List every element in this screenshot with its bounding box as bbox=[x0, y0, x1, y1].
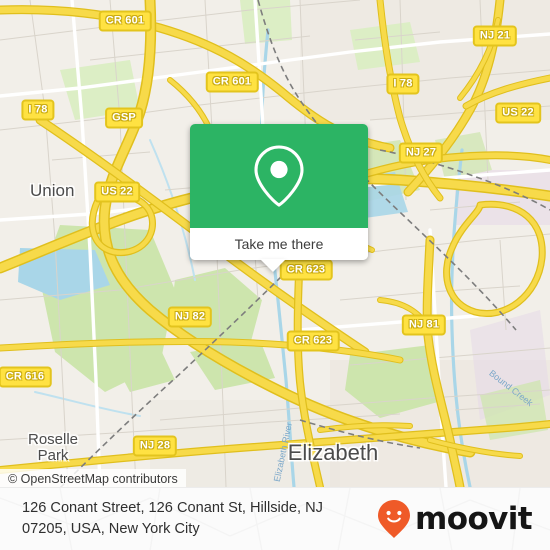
map-screen: .land{fill:#f2efe9} .park{fill:#cde5ad} … bbox=[0, 0, 550, 550]
road-shield: GSP bbox=[105, 107, 143, 129]
osm-attribution[interactable]: © OpenStreetMap contributors bbox=[0, 469, 186, 487]
moovit-wordmark: moovit bbox=[415, 500, 533, 537]
place-label: Union bbox=[30, 181, 75, 200]
road-shield: CR 601 bbox=[98, 10, 152, 32]
road-shield: CR 623 bbox=[279, 259, 333, 281]
road-shield: I 78 bbox=[386, 73, 420, 95]
address-text: 126 Conant Street, 126 Conant St, Hillsi… bbox=[22, 498, 323, 540]
road-shield: NJ 82 bbox=[167, 306, 213, 328]
road-shield: I 78 bbox=[21, 99, 55, 121]
place-label: Roselle Park bbox=[28, 431, 79, 464]
address-line-2: 07205, USA, New York City bbox=[22, 521, 200, 537]
road-shield: US 22 bbox=[94, 181, 140, 203]
road-shield: CR 623 bbox=[286, 330, 340, 352]
road-shield: US 22 bbox=[495, 102, 541, 124]
road-shield: CR 601 bbox=[205, 71, 259, 93]
map-canvas[interactable]: .land{fill:#f2efe9} .park{fill:#cde5ad} … bbox=[0, 0, 550, 487]
popup-tail bbox=[260, 259, 286, 272]
address-line-1: 126 Conant Street, 126 Conant St, Hillsi… bbox=[22, 500, 323, 516]
road-shield: CR 616 bbox=[0, 366, 52, 388]
road-shield: NJ 21 bbox=[472, 25, 518, 47]
moovit-smiley-pin-icon bbox=[378, 500, 411, 538]
take-me-there-button[interactable]: Take me there bbox=[190, 228, 368, 260]
location-popup-card[interactable]: Take me there bbox=[190, 124, 368, 272]
place-label: Elizabeth bbox=[287, 440, 379, 465]
road-shield: NJ 81 bbox=[401, 314, 447, 336]
moovit-logo[interactable]: moovit bbox=[377, 499, 533, 539]
popup-header bbox=[190, 124, 368, 228]
footer-bar: 126 Conant Street, 126 Conant St, Hillsi… bbox=[0, 487, 550, 550]
road-shield: NJ 28 bbox=[132, 435, 178, 457]
map-pin-icon bbox=[254, 145, 304, 207]
road-shield: NJ 27 bbox=[398, 142, 444, 164]
